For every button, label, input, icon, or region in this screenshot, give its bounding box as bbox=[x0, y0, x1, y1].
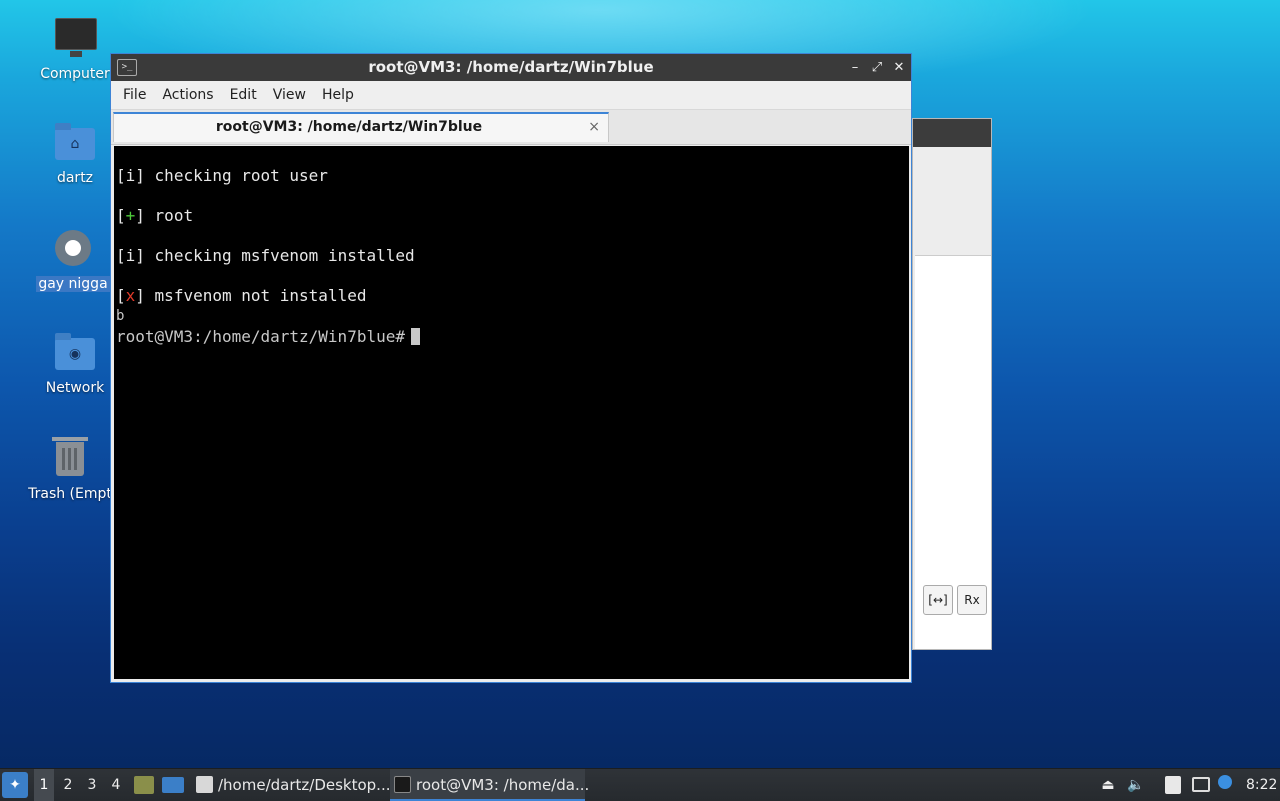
background-window[interactable]: [↔] Rx bbox=[912, 118, 992, 650]
clock[interactable]: 8:22 bbox=[1246, 769, 1277, 801]
volume-icon[interactable]: 🔈 bbox=[1127, 769, 1145, 801]
desktop-launcher-icon[interactable] bbox=[162, 777, 184, 793]
network-status-icon[interactable] bbox=[1192, 777, 1210, 792]
terminal-tab[interactable]: root@VM3: /home/dartz/Win7blue × bbox=[113, 112, 609, 142]
close-icon[interactable]: ✕ bbox=[891, 60, 907, 75]
toolbar-button[interactable]: [↔] bbox=[923, 585, 953, 615]
task-text-editor[interactable]: /home/dartz/Desktop... bbox=[192, 769, 395, 801]
terminal-line: b bbox=[116, 308, 125, 324]
eject-icon[interactable]: ⏏ bbox=[1100, 769, 1116, 801]
trash-icon bbox=[46, 434, 94, 482]
desktop-icon-label: Trash (Empt bbox=[28, 486, 112, 502]
maximize-icon[interactable]: ⤢ bbox=[869, 60, 885, 75]
task-label: root@VM3: /home/da... bbox=[416, 776, 590, 794]
menu-bar: File Actions Edit View Help bbox=[111, 81, 911, 110]
workspace-1[interactable]: 1 bbox=[34, 769, 54, 801]
desktop-icon-label: Computer bbox=[40, 66, 110, 82]
clipboard-icon[interactable] bbox=[1165, 776, 1181, 794]
terminal-icon bbox=[394, 776, 411, 793]
terminal-line: [+] root bbox=[116, 206, 194, 225]
desktop-icon-label: Network bbox=[45, 380, 105, 396]
settings-gear-icon bbox=[49, 224, 97, 272]
toolbar-button[interactable]: Rx bbox=[957, 585, 987, 615]
tab-strip: root@VM3: /home/dartz/Win7blue × bbox=[111, 110, 911, 145]
file-manager-launcher-icon[interactable] bbox=[134, 776, 154, 794]
workspace-3[interactable]: 3 bbox=[82, 769, 102, 801]
terminal-window[interactable]: >_ root@VM3: /home/dartz/Win7blue – ⤢ ✕ … bbox=[110, 53, 912, 683]
text-editor-icon bbox=[196, 776, 213, 793]
desktop-icon-label: dartz bbox=[56, 170, 94, 186]
menu-actions[interactable]: Actions bbox=[154, 87, 221, 103]
menu-view[interactable]: View bbox=[265, 87, 314, 103]
background-window-titlebar[interactable] bbox=[913, 119, 991, 147]
tab-close-icon[interactable]: × bbox=[588, 114, 600, 140]
menu-help[interactable]: Help bbox=[314, 87, 362, 103]
task-label: /home/dartz/Desktop... bbox=[218, 776, 391, 794]
minimize-icon[interactable]: – bbox=[847, 60, 863, 75]
desktop-icon-settings[interactable]: gay nigga bbox=[29, 224, 117, 292]
terminal-line: [x] msfvenom not installed bbox=[116, 286, 367, 305]
desktop-icon-network[interactable]: ◉ Network bbox=[31, 328, 119, 396]
terminal-output[interactable]: [i] checking root user [+] root [i] chec… bbox=[114, 146, 909, 679]
task-terminal[interactable]: root@VM3: /home/da... bbox=[390, 769, 589, 801]
computer-icon bbox=[51, 14, 99, 62]
workspace-2[interactable]: 2 bbox=[58, 769, 78, 801]
tab-label: root@VM3: /home/dartz/Win7blue bbox=[215, 119, 483, 135]
menu-file[interactable]: File bbox=[115, 87, 154, 103]
terminal-line: [i] checking msfvenom installed bbox=[116, 246, 415, 265]
network-folder-icon: ◉ bbox=[51, 328, 99, 376]
workspace-4[interactable]: 4 bbox=[106, 769, 126, 801]
desktop-icon-home[interactable]: ⌂ dartz bbox=[31, 118, 119, 186]
notification-icon[interactable] bbox=[1218, 775, 1232, 789]
desktop-icon-trash[interactable]: Trash (Empt bbox=[26, 434, 114, 502]
desktop-icon-computer[interactable]: Computer bbox=[31, 14, 119, 82]
text-cursor bbox=[410, 328, 420, 345]
home-folder-icon: ⌂ bbox=[51, 118, 99, 166]
taskbar: ✦ 1 2 3 4 /home/dartz/Desktop... root@VM… bbox=[0, 768, 1280, 801]
desktop-icon-label: gay nigga bbox=[36, 276, 110, 292]
terminal-prompt-line[interactable]: root@VM3:/home/dartz/Win7blue# bbox=[116, 327, 420, 346]
start-menu-icon[interactable]: ✦ bbox=[2, 772, 28, 798]
window-title: root@VM3: /home/dartz/Win7blue bbox=[368, 58, 654, 76]
shell-prompt: root@VM3:/home/dartz/Win7blue# bbox=[116, 327, 405, 346]
terminal-line: [i] checking root user bbox=[116, 166, 328, 185]
menu-edit[interactable]: Edit bbox=[222, 87, 265, 103]
window-titlebar[interactable]: >_ root@VM3: /home/dartz/Win7blue – ⤢ ✕ bbox=[111, 54, 911, 81]
